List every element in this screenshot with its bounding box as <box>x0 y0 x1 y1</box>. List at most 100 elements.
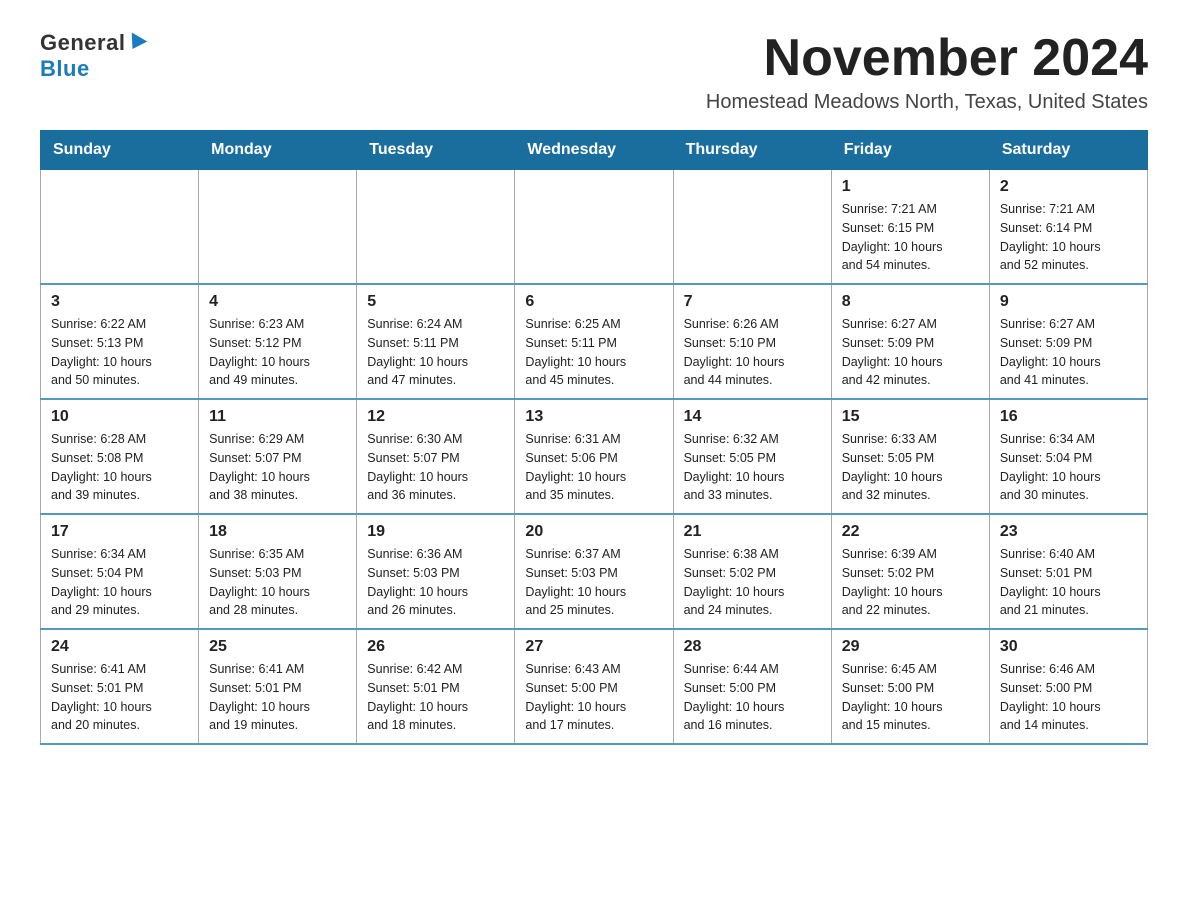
logo-general-text: General <box>40 30 125 56</box>
day-info: Sunrise: 6:29 AM Sunset: 5:07 PM Dayligh… <box>209 430 346 505</box>
day-info: Sunrise: 6:27 AM Sunset: 5:09 PM Dayligh… <box>1000 315 1137 390</box>
calendar-cell: 9 Sunrise: 6:27 AM Sunset: 5:09 PM Daylig… <box>989 284 1147 399</box>
day-info: Sunrise: 6:36 AM Sunset: 5:03 PM Dayligh… <box>367 545 504 620</box>
day-number: 19 <box>367 523 504 541</box>
location-title: Homestead Meadows North, Texas, United S… <box>706 91 1148 114</box>
weekday-header-saturday: Saturday <box>989 131 1147 170</box>
day-info: Sunrise: 6:25 AM Sunset: 5:11 PM Dayligh… <box>525 315 662 390</box>
day-info: Sunrise: 7:21 AM Sunset: 6:14 PM Dayligh… <box>1000 200 1137 275</box>
day-number: 18 <box>209 523 346 541</box>
day-info: Sunrise: 6:45 AM Sunset: 5:00 PM Dayligh… <box>842 660 979 735</box>
calendar-cell: 13Sunrise: 6:31 AM Sunset: 5:06 PM Dayli… <box>515 399 673 514</box>
weekday-header-thursday: Thursday <box>673 131 831 170</box>
calendar-cell <box>357 170 515 285</box>
title-section: November 2024 Homestead Meadows North, T… <box>706 30 1148 114</box>
day-number: 17 <box>51 523 188 541</box>
calendar-week-row: 17Sunrise: 6:34 AM Sunset: 5:04 PM Dayli… <box>41 514 1148 629</box>
day-info: Sunrise: 6:31 AM Sunset: 5:06 PM Dayligh… <box>525 430 662 505</box>
day-number: 15 <box>842 408 979 426</box>
month-title: November 2024 <box>706 30 1148 87</box>
day-number: 8 <box>842 293 979 311</box>
calendar-cell: 29 Sunrise: 6:45 AM Sunset: 5:00 PM Dayli… <box>831 629 989 744</box>
day-number: 21 <box>684 523 821 541</box>
day-info: Sunrise: 6:41 AM Sunset: 5:01 PM Dayligh… <box>51 660 188 735</box>
calendar-cell: 27 Sunrise: 6:43 AM Sunset: 5:00 PM Dayli… <box>515 629 673 744</box>
day-number: 7 <box>684 293 821 311</box>
day-info: Sunrise: 6:37 AM Sunset: 5:03 PM Dayligh… <box>525 545 662 620</box>
day-info: Sunrise: 6:40 AM Sunset: 5:01 PM Dayligh… <box>1000 545 1137 620</box>
day-number: 5 <box>367 293 504 311</box>
calendar-cell: 12Sunrise: 6:30 AM Sunset: 5:07 PM Dayli… <box>357 399 515 514</box>
calendar-cell: 23 Sunrise: 6:40 AM Sunset: 5:01 PM Dayli… <box>989 514 1147 629</box>
day-number: 2 <box>1000 178 1137 196</box>
calendar-cell: 19 Sunrise: 6:36 AM Sunset: 5:03 PM Dayli… <box>357 514 515 629</box>
day-info: Sunrise: 6:41 AM Sunset: 5:01 PM Dayligh… <box>209 660 346 735</box>
calendar-week-row: 3 Sunrise: 6:22 AM Sunset: 5:13 PM Daylig… <box>41 284 1148 399</box>
day-info: Sunrise: 6:42 AM Sunset: 5:01 PM Dayligh… <box>367 660 504 735</box>
day-info: Sunrise: 6:26 AM Sunset: 5:10 PM Dayligh… <box>684 315 821 390</box>
calendar-cell: 1Sunrise: 7:21 AM Sunset: 6:15 PM Daylig… <box>831 170 989 285</box>
calendar-cell: 2 Sunrise: 7:21 AM Sunset: 6:14 PM Daylig… <box>989 170 1147 285</box>
calendar-cell: 28 Sunrise: 6:44 AM Sunset: 5:00 PM Dayli… <box>673 629 831 744</box>
day-info: Sunrise: 6:43 AM Sunset: 5:00 PM Dayligh… <box>525 660 662 735</box>
day-number: 26 <box>367 638 504 656</box>
day-number: 12 <box>367 408 504 426</box>
calendar-cell: 18Sunrise: 6:35 AM Sunset: 5:03 PM Dayli… <box>199 514 357 629</box>
day-number: 3 <box>51 293 188 311</box>
day-number: 25 <box>209 638 346 656</box>
day-number: 10 <box>51 408 188 426</box>
calendar-cell: 4Sunrise: 6:23 AM Sunset: 5:12 PM Daylig… <box>199 284 357 399</box>
day-info: Sunrise: 6:28 AM Sunset: 5:08 PM Dayligh… <box>51 430 188 505</box>
day-number: 14 <box>684 408 821 426</box>
calendar-cell: 24Sunrise: 6:41 AM Sunset: 5:01 PM Dayli… <box>41 629 199 744</box>
logo: General Blue <box>40 30 145 82</box>
day-info: Sunrise: 6:27 AM Sunset: 5:09 PM Dayligh… <box>842 315 979 390</box>
calendar-cell: 16Sunrise: 6:34 AM Sunset: 5:04 PM Dayli… <box>989 399 1147 514</box>
calendar-cell: 26 Sunrise: 6:42 AM Sunset: 5:01 PM Dayli… <box>357 629 515 744</box>
weekday-header-row: SundayMondayTuesdayWednesdayThursdayFrid… <box>41 131 1148 170</box>
day-number: 28 <box>684 638 821 656</box>
day-info: Sunrise: 6:44 AM Sunset: 5:00 PM Dayligh… <box>684 660 821 735</box>
calendar-cell: 30Sunrise: 6:46 AM Sunset: 5:00 PM Dayli… <box>989 629 1147 744</box>
calendar-cell: 3 Sunrise: 6:22 AM Sunset: 5:13 PM Daylig… <box>41 284 199 399</box>
day-number: 1 <box>842 178 979 196</box>
page-header: General Blue November 2024 Homestead Mea… <box>40 30 1148 114</box>
weekday-header-friday: Friday <box>831 131 989 170</box>
day-info: Sunrise: 6:24 AM Sunset: 5:11 PM Dayligh… <box>367 315 504 390</box>
calendar-cell: 17Sunrise: 6:34 AM Sunset: 5:04 PM Dayli… <box>41 514 199 629</box>
calendar-cell: 20Sunrise: 6:37 AM Sunset: 5:03 PM Dayli… <box>515 514 673 629</box>
day-number: 29 <box>842 638 979 656</box>
calendar-cell: 22 Sunrise: 6:39 AM Sunset: 5:02 PM Dayli… <box>831 514 989 629</box>
day-info: Sunrise: 6:39 AM Sunset: 5:02 PM Dayligh… <box>842 545 979 620</box>
calendar-cell: 21 Sunrise: 6:38 AM Sunset: 5:02 PM Dayli… <box>673 514 831 629</box>
day-number: 11 <box>209 408 346 426</box>
day-info: Sunrise: 6:34 AM Sunset: 5:04 PM Dayligh… <box>1000 430 1137 505</box>
day-info: Sunrise: 6:22 AM Sunset: 5:13 PM Dayligh… <box>51 315 188 390</box>
calendar-cell: 11 Sunrise: 6:29 AM Sunset: 5:07 PM Dayli… <box>199 399 357 514</box>
calendar-cell: 15 Sunrise: 6:33 AM Sunset: 5:05 PM Dayli… <box>831 399 989 514</box>
day-info: Sunrise: 6:38 AM Sunset: 5:02 PM Dayligh… <box>684 545 821 620</box>
calendar-cell <box>199 170 357 285</box>
day-number: 23 <box>1000 523 1137 541</box>
weekday-header-sunday: Sunday <box>41 131 199 170</box>
calendar-week-row: 1Sunrise: 7:21 AM Sunset: 6:15 PM Daylig… <box>41 170 1148 285</box>
day-number: 9 <box>1000 293 1137 311</box>
weekday-header-tuesday: Tuesday <box>357 131 515 170</box>
logo-blue-text: Blue <box>40 56 90 82</box>
day-info: Sunrise: 6:23 AM Sunset: 5:12 PM Dayligh… <box>209 315 346 390</box>
calendar-week-row: 10 Sunrise: 6:28 AM Sunset: 5:08 PM Dayli… <box>41 399 1148 514</box>
calendar-table: SundayMondayTuesdayWednesdayThursdayFrid… <box>40 130 1148 745</box>
day-number: 22 <box>842 523 979 541</box>
logo-triangle-icon <box>125 32 148 53</box>
weekday-header-monday: Monday <box>199 131 357 170</box>
day-number: 6 <box>525 293 662 311</box>
calendar-cell: 14 Sunrise: 6:32 AM Sunset: 5:05 PM Dayli… <box>673 399 831 514</box>
calendar-cell <box>41 170 199 285</box>
day-number: 27 <box>525 638 662 656</box>
calendar-week-row: 24Sunrise: 6:41 AM Sunset: 5:01 PM Dayli… <box>41 629 1148 744</box>
calendar-cell: 25 Sunrise: 6:41 AM Sunset: 5:01 PM Dayli… <box>199 629 357 744</box>
calendar-cell <box>673 170 831 285</box>
day-info: Sunrise: 6:32 AM Sunset: 5:05 PM Dayligh… <box>684 430 821 505</box>
calendar-cell: 8 Sunrise: 6:27 AM Sunset: 5:09 PM Daylig… <box>831 284 989 399</box>
day-info: Sunrise: 6:33 AM Sunset: 5:05 PM Dayligh… <box>842 430 979 505</box>
